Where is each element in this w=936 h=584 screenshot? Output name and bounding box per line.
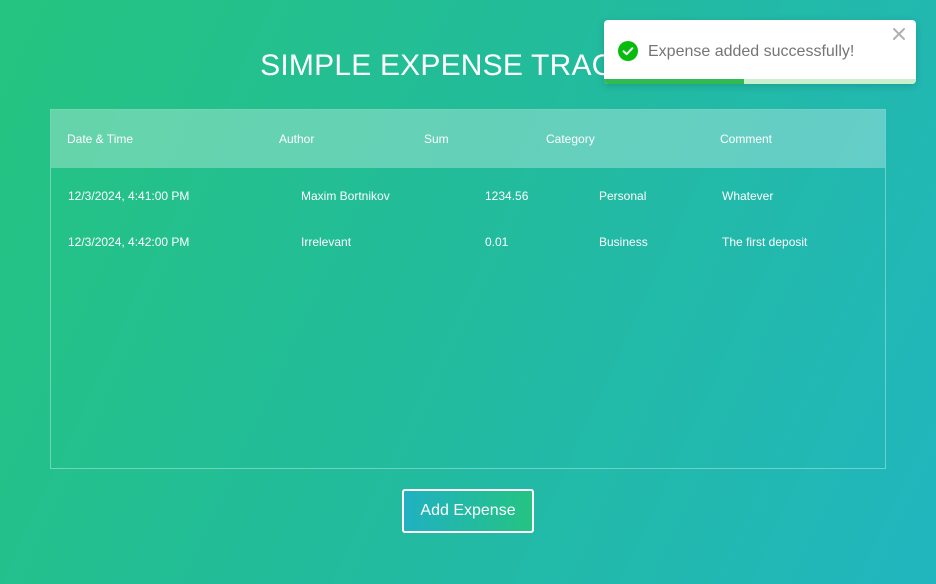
close-icon[interactable] bbox=[892, 27, 906, 41]
column-header-category: Category bbox=[546, 132, 595, 146]
toast-progress-track bbox=[604, 79, 916, 84]
table-header: Date & Time Author Sum Category Comment bbox=[51, 110, 885, 168]
table-row: 12/3/2024, 4:42:00 PM Irrelevant 0.01 Bu… bbox=[51, 230, 885, 254]
toast-message: Expense added successfully! bbox=[648, 43, 855, 60]
column-header-comment: Comment bbox=[720, 132, 773, 146]
column-header-date-time: Date & Time bbox=[67, 132, 134, 146]
expense-table: Date & Time Author Sum Category Comment … bbox=[50, 109, 886, 469]
check-circle-icon bbox=[618, 41, 638, 61]
cell-comment: The first deposit bbox=[722, 235, 808, 249]
cell-author: Maxim Bortnikov bbox=[301, 189, 390, 203]
cell-date-time: 12/3/2024, 4:42:00 PM bbox=[68, 235, 190, 249]
cell-sum: 1234.56 bbox=[485, 189, 529, 203]
cell-sum: 0.01 bbox=[485, 235, 509, 249]
cell-category: Business bbox=[599, 235, 648, 249]
cell-comment: Whatever bbox=[722, 189, 774, 203]
add-expense-button[interactable]: Add Expense bbox=[402, 489, 534, 533]
cell-author: Irrelevant bbox=[301, 235, 352, 249]
column-header-sum: Sum bbox=[424, 132, 449, 146]
toast-progress-bar bbox=[604, 79, 745, 84]
column-header-author: Author bbox=[279, 132, 315, 146]
cell-category: Personal bbox=[599, 189, 647, 203]
success-toast[interactable]: Expense added successfully! bbox=[604, 20, 916, 84]
cell-date-time: 12/3/2024, 4:41:00 PM bbox=[68, 189, 190, 203]
table-row: 12/3/2024, 4:41:00 PM Maxim Bortnikov 12… bbox=[51, 184, 885, 208]
